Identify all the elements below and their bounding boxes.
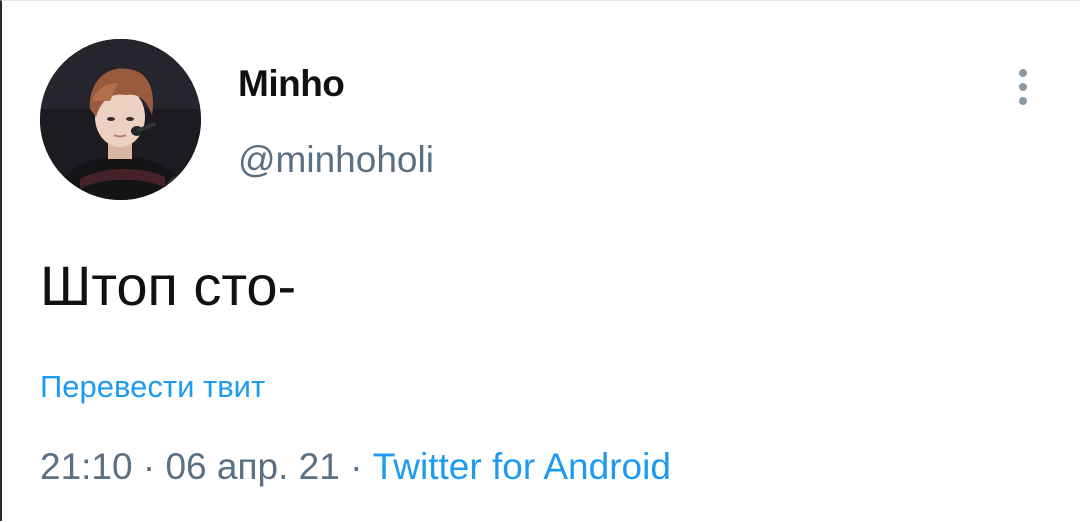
meta-separator: · <box>132 446 166 487</box>
tweet-date: 06 апр. 21 <box>165 446 340 487</box>
avatar-image <box>40 39 201 200</box>
tweet-meta: 21:10 · 06 апр. 21 · Twitter for Android <box>40 446 671 488</box>
tweet-time: 21:10 <box>40 446 133 487</box>
translate-tweet-link[interactable]: Перевести твит <box>40 369 265 405</box>
meta-separator: · <box>339 446 373 487</box>
tweet-source-link[interactable]: Twitter for Android <box>373 446 671 487</box>
author-handle[interactable]: @minhoholi <box>238 139 434 181</box>
more-options-button[interactable] <box>1008 65 1038 109</box>
tweet-text: Штоп сто- <box>40 254 297 317</box>
tweet-card: Minho @minhoholi Штоп сто- Перевести тви… <box>0 0 1080 521</box>
avatar[interactable] <box>40 39 201 200</box>
author-display-name[interactable]: Minho <box>238 63 345 105</box>
more-vertical-icon <box>1019 69 1027 77</box>
